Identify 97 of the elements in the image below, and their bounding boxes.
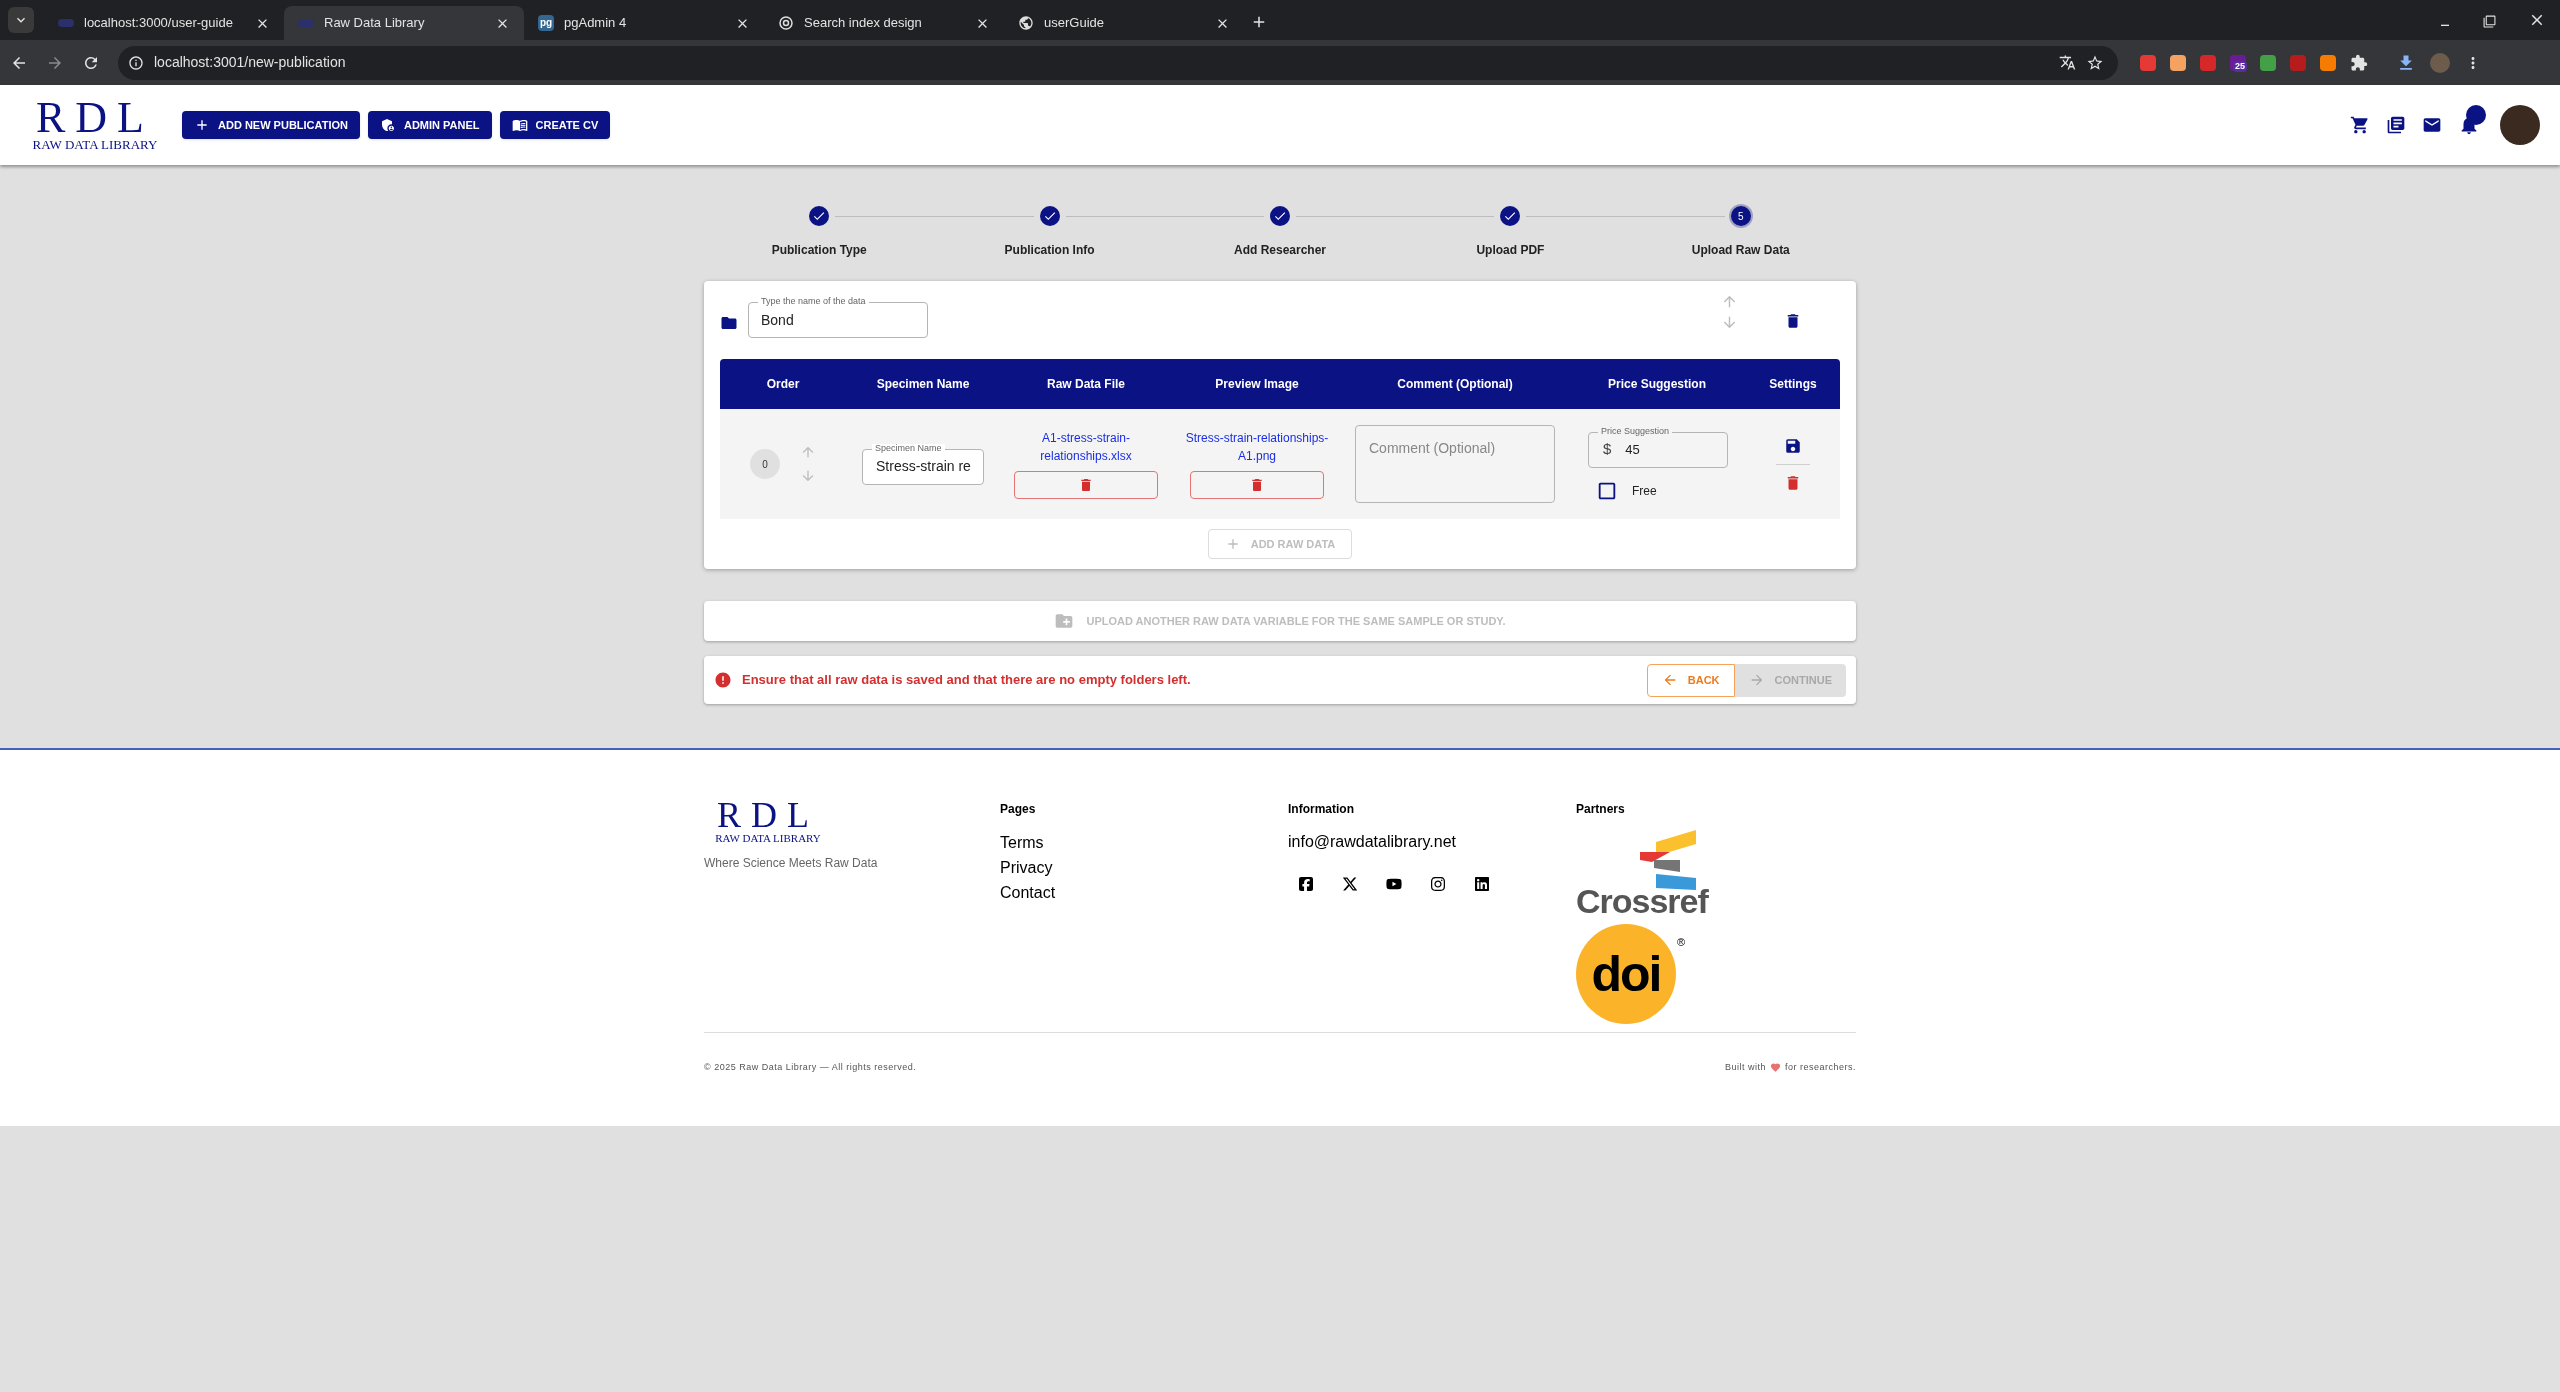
email-link[interactable]: info@rawdatalibrary.net bbox=[1288, 830, 1568, 854]
globe-icon bbox=[1018, 15, 1034, 31]
tab-title: pgAdmin 4 bbox=[564, 14, 628, 33]
step-label: Publication Type bbox=[771, 242, 867, 259]
free-label: Free bbox=[1632, 482, 1657, 500]
field-label: Price Suggestion bbox=[1598, 426, 1673, 436]
extension-icon[interactable]: 25 bbox=[2230, 54, 2246, 71]
url-text: localhost:3001/new-publication bbox=[154, 53, 347, 72]
tab-title: Search index design bbox=[804, 14, 923, 33]
footer-tagline: Where Science Meets Raw Data bbox=[704, 854, 879, 872]
error-icon bbox=[714, 671, 732, 689]
field-label: Specimen Name bbox=[872, 443, 945, 453]
info-icon bbox=[128, 54, 144, 71]
field-value: Stress-strain re bbox=[876, 457, 971, 476]
built-with-text: Built with bbox=[1724, 1061, 1766, 1074]
column-header: Comment (Optional) bbox=[1396, 376, 1514, 393]
x-logo-icon[interactable] bbox=[1342, 876, 1358, 892]
order-badge: 0 bbox=[750, 449, 780, 479]
footer-heading: Partners bbox=[1576, 801, 1626, 818]
field-value: 45 bbox=[1625, 440, 1640, 459]
file-link[interactable]: A1-stress-strain-relationships.xlsx bbox=[1011, 429, 1161, 465]
tab-list-button[interactable] bbox=[8, 7, 34, 33]
shield-icon bbox=[379, 117, 396, 133]
column-header: Order bbox=[765, 376, 801, 393]
footer-link[interactable]: Terms bbox=[1000, 830, 1280, 855]
header-button[interactable]: ADMIN PANEL bbox=[367, 111, 492, 139]
instagram-icon[interactable] bbox=[1430, 876, 1446, 892]
extension-icon[interactable] bbox=[2170, 54, 2186, 71]
header-button[interactable]: CREATE CV bbox=[499, 111, 611, 139]
browser-tab[interactable]: pg pgAdmin 4 bbox=[524, 6, 764, 40]
translate-icon[interactable] bbox=[2059, 54, 2076, 71]
delete-file-button[interactable] bbox=[1014, 471, 1158, 499]
logo-caption: RAW DATA LIBRARY bbox=[715, 832, 821, 844]
column-header: Preview Image bbox=[1214, 376, 1300, 393]
field-value: Bond bbox=[761, 310, 794, 330]
tab-logo-icon: pg bbox=[538, 15, 554, 31]
error-message: Ensure that all raw data is saved and that there are no empty folders left. bbox=[742, 671, 1192, 690]
column-header: Specimen Name bbox=[875, 376, 971, 393]
extension-badge: 25 bbox=[2233, 60, 2247, 72]
tab-title: userGuide bbox=[1044, 14, 1105, 33]
currency-sign: $ bbox=[1603, 439, 1612, 460]
header-button[interactable]: ADD NEW PUBLICATION bbox=[182, 111, 360, 139]
browser-tab[interactable]: Search index design bbox=[764, 6, 1004, 40]
browser-tab[interactable]: Raw Data Library bbox=[284, 6, 524, 40]
delete-file-button[interactable] bbox=[1190, 471, 1324, 499]
logo-letters: RDL bbox=[717, 800, 819, 831]
mail-icon[interactable] bbox=[2422, 115, 2442, 135]
folder-plus-icon bbox=[1054, 611, 1075, 631]
extensions-icon[interactable] bbox=[2350, 53, 2368, 72]
footer-link[interactable]: Privacy bbox=[1000, 855, 1280, 880]
step-label: Upload Raw Data bbox=[1691, 242, 1790, 259]
trash-icon bbox=[1249, 477, 1265, 493]
step-label: Add Researcher bbox=[1233, 242, 1326, 259]
youtube-icon[interactable] bbox=[1386, 876, 1402, 892]
copyright-text: © 2025 Raw Data Library — All rights reserved. bbox=[704, 1061, 917, 1074]
extension-icon[interactable] bbox=[2140, 54, 2156, 71]
crossref-mark-icon bbox=[1640, 830, 1696, 890]
logo-letters: RDL bbox=[36, 98, 154, 137]
folder-icon bbox=[720, 314, 738, 332]
extension-icon[interactable] bbox=[2200, 54, 2216, 71]
step-label: Upload PDF bbox=[1476, 242, 1545, 259]
cart-icon[interactable] bbox=[2350, 115, 2370, 135]
address-bar[interactable]: localhost:3001/new-publication bbox=[118, 45, 2118, 80]
book-icon bbox=[511, 117, 528, 133]
tab-title: localhost:3000/user-guide bbox=[84, 14, 234, 33]
footer-link[interactable]: Contact bbox=[1000, 880, 1280, 905]
tab-logo-icon bbox=[58, 19, 74, 27]
library-icon[interactable] bbox=[2386, 115, 2406, 135]
extension-icon[interactable] bbox=[2320, 54, 2336, 71]
heart-icon bbox=[1769, 1062, 1781, 1074]
extension-icon[interactable] bbox=[2260, 54, 2276, 71]
restore-icon[interactable] bbox=[2483, 15, 2496, 28]
partner-logo-text: Crossref bbox=[1576, 884, 1708, 918]
footer-heading: Information bbox=[1288, 801, 1355, 818]
facebook-icon[interactable] bbox=[1298, 876, 1314, 892]
linkedin-icon[interactable] bbox=[1474, 876, 1490, 892]
trash-icon bbox=[1078, 477, 1094, 493]
browser-tab[interactable]: localhost:3000/user-guide bbox=[44, 6, 284, 40]
tab-title: Raw Data Library bbox=[324, 14, 426, 33]
plus-icon bbox=[194, 117, 210, 133]
logo-caption: RAW DATA LIBRARY bbox=[32, 138, 158, 152]
column-header: Settings bbox=[1768, 376, 1818, 393]
registered-mark: ® bbox=[1677, 935, 1686, 950]
browser-tab[interactable]: userGuide bbox=[1004, 6, 1244, 40]
tab-logo-icon bbox=[298, 19, 314, 27]
column-header: Raw Data File bbox=[1046, 376, 1126, 393]
built-with-text: for researchers. bbox=[1784, 1061, 1856, 1074]
save-icon[interactable] bbox=[1784, 436, 1802, 455]
footer-heading: Pages bbox=[1000, 801, 1037, 818]
column-header: Price Suggestion bbox=[1607, 376, 1707, 393]
field-label: Type the name of the data bbox=[758, 297, 869, 306]
doi-text: doi bbox=[1591, 949, 1661, 999]
file-link[interactable]: Stress-strain-relationships-A1.png bbox=[1182, 429, 1332, 465]
step-label: Publication Info bbox=[1004, 242, 1095, 259]
step-indicator: 5 bbox=[1730, 206, 1751, 226]
comment-placeholder: Comment (Optional) bbox=[1369, 440, 1496, 456]
user-avatar[interactable] bbox=[2500, 105, 2540, 145]
